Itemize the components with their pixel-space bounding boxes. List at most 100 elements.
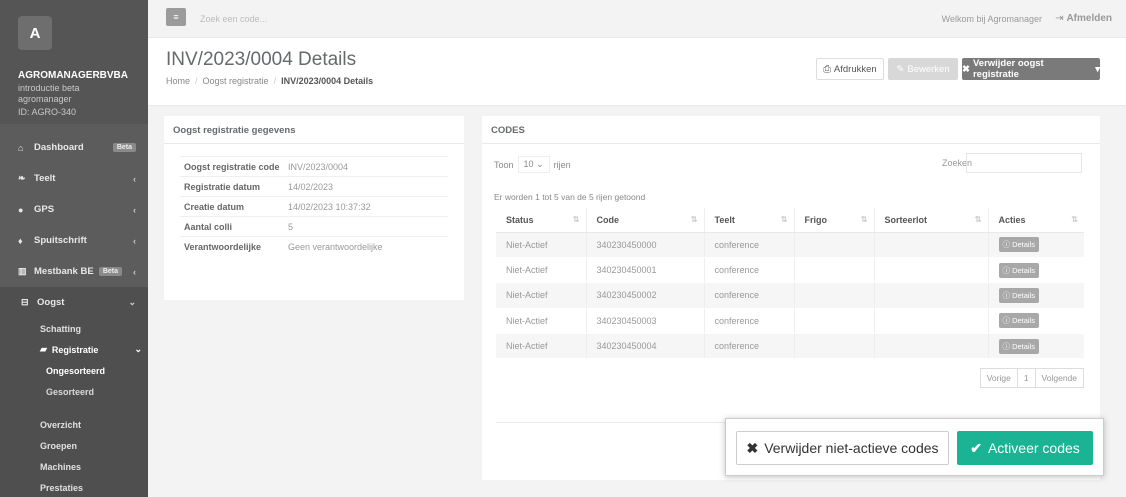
cell-teelt: conference <box>704 308 795 335</box>
cell-frigo <box>794 282 875 309</box>
activate-codes-button[interactable]: ✔ Activeer codes <box>957 431 1093 465</box>
delete-registration-button[interactable]: ✖ Verwijder oogst registratie ▾ <box>962 58 1100 80</box>
detail-key: Creatie datum <box>184 201 245 212</box>
details-button[interactable]: ⓘ Details <box>998 313 1040 329</box>
drop-icon: ♦ <box>18 235 23 246</box>
codes-panel-title: CODES <box>482 116 1100 144</box>
company-name[interactable]: AGROMANAGERBVBA <box>18 70 130 81</box>
sidebar-item-mestbank[interactable]: ▥ Mestbank BE Beta ‹ <box>0 256 148 287</box>
detail-value: 5 <box>288 221 294 232</box>
edit-label: Bewerken <box>907 63 950 75</box>
pagination: Vorige 1 Volgende <box>979 368 1084 388</box>
sidebar-item-spuitschrift[interactable]: ♦ Spuitschrift ‹ <box>0 225 148 256</box>
cell-sorteerlot <box>874 232 989 258</box>
print-label: Afdrukken <box>833 63 877 75</box>
sidebar-item-label: Oogst <box>37 297 65 308</box>
breadcrumb-oogst-registratie[interactable]: Oogst registratie <box>203 76 269 86</box>
chevron-left-icon: ‹ <box>133 173 136 184</box>
beta-badge: Beta <box>98 267 122 276</box>
profile-header: A AGROMANAGERBVBA introductie beta agrom… <box>0 0 148 124</box>
codes-table: Status ⇅ Code ⇅ Teelt ⇅ Frigo ⇅ Sorteerlot ⇅ … <box>496 208 1084 360</box>
details-button[interactable]: ⓘ Details <box>998 287 1040 303</box>
logout-link[interactable]: ⇥ Afmelden <box>1055 13 1112 24</box>
chevron-left-icon: ‹ <box>133 266 136 277</box>
cell-frigo <box>794 257 875 284</box>
sidebar-item-prestaties[interactable]: Prestaties <box>0 477 148 497</box>
toon-label: Toon <box>494 159 514 170</box>
details-button[interactable]: ⓘ Details <box>998 237 1040 253</box>
sort-icon: ⇅ <box>780 214 788 224</box>
table-row: Niet-Actief 340230450003 conference ⓘ De… <box>496 308 1084 335</box>
sort-icon: ⇅ <box>1071 214 1078 224</box>
details-panel: Oogst registratie gegevens Oogst registr… <box>164 116 464 300</box>
cell-status: Niet-Actief <box>496 282 587 309</box>
delete-inactive-codes-button[interactable]: ✖ Verwijder niet-actieve codes <box>736 431 949 465</box>
detail-value: 14/02/2023 10:37:32 <box>288 201 371 212</box>
close-icon: ✖ <box>962 63 970 75</box>
table-search-input[interactable] <box>966 153 1082 173</box>
sidebar-item-gesorteerd[interactable]: Gesorteerd <box>0 381 148 402</box>
info-icon: ⓘ <box>1002 290 1011 300</box>
sort-icon: ⇅ <box>974 214 982 224</box>
detail-key: Verantwoordelijke <box>184 241 262 252</box>
sidebar-item-ongesorteerd[interactable]: Ongesorteerd <box>0 360 148 381</box>
edit-button[interactable]: ✎ Bewerken <box>888 58 958 80</box>
cell-frigo <box>794 333 875 360</box>
cell-code: 340230450003 <box>586 308 705 335</box>
page-heading: INV/2023/0004 Details Home / Oogst registr… <box>148 38 1126 106</box>
details-button[interactable]: ⓘ Details <box>998 338 1040 354</box>
search-input[interactable]: Zoek een code... <box>200 14 267 24</box>
column-label: Frigo <box>804 214 828 225</box>
print-button[interactable]: ⎙ Afdrukken <box>816 58 884 80</box>
next-page-button[interactable]: Volgende <box>1036 369 1083 387</box>
sidebar-nav: ⌂ Dashboard Beta ❧ Teelt ‹ ● GPS ‹ ♦ Spu… <box>0 132 148 497</box>
chevron-down-icon: ⌄ <box>134 344 142 354</box>
sidebar-item-groepen[interactable]: Groepen <box>0 435 148 456</box>
delete-label: Verwijder oogst registratie <box>972 58 1044 80</box>
column-header-code[interactable]: Code ⇅ <box>586 208 705 233</box>
print-icon: ⎙ <box>823 63 831 75</box>
details-button[interactable]: ⓘ Details <box>998 262 1040 278</box>
sidebar-item-teelt[interactable]: ❧ Teelt ‹ <box>0 163 148 194</box>
breadcrumb: Home / Oogst registratie / INV/2023/0004 Det… <box>166 76 373 86</box>
leaf-icon: ❧ <box>18 173 26 183</box>
sidebar-item-schatting[interactable]: Schatting <box>0 318 148 339</box>
cell-code: 340230450002 <box>586 282 705 309</box>
sidebar-item-overzicht[interactable]: Overzicht <box>0 414 148 435</box>
sidebar-item-registratie[interactable]: ▰ Registratie ⌄ <box>0 339 148 360</box>
column-header-acties[interactable]: Acties ⇅ <box>988 208 1084 233</box>
pencil-icon: ✎ <box>896 63 905 75</box>
avatar[interactable]: A <box>18 16 52 50</box>
page-size-select[interactable]: 10 ⌄ <box>517 156 550 173</box>
details-label: Details <box>1012 265 1036 275</box>
hamburger-icon: ≡ <box>173 12 179 22</box>
caret-down-icon: ▾ <box>1095 63 1100 75</box>
company-id: ID: AGRO-340 <box>18 107 77 117</box>
previous-page-button[interactable]: Vorige <box>981 369 1018 387</box>
sign-out-icon: ⇥ <box>1055 13 1067 24</box>
chevron-down-icon: ⌄ <box>128 297 136 307</box>
column-header-sorteerlot[interactable]: Sorteerlot ⇅ <box>874 208 989 233</box>
close-icon: ✖ <box>746 439 759 456</box>
menu-toggle-button[interactable]: ≡ <box>166 8 186 26</box>
page-title: INV/2023/0004 Details <box>166 49 357 70</box>
column-label: Teelt <box>714 214 735 225</box>
cell-acties: ⓘ Details <box>988 333 1084 360</box>
detail-row: Oogst registratie code INV/2023/0004 <box>180 156 448 176</box>
column-header-status[interactable]: Status ⇅ <box>496 208 587 233</box>
detail-row: Verantwoordelijke Geen verantwoordelijke <box>180 236 448 256</box>
sidebar-item-gps[interactable]: ● GPS ‹ <box>0 194 148 225</box>
sidebar-item-dashboard[interactable]: ⌂ Dashboard Beta <box>0 132 148 163</box>
details-label: Details <box>1012 316 1036 326</box>
breadcrumb-home[interactable]: Home <box>166 76 190 86</box>
column-label: Status <box>506 214 534 225</box>
page-1-button[interactable]: 1 <box>1018 369 1036 387</box>
column-header-frigo[interactable]: Frigo ⇅ <box>794 208 875 233</box>
table-header-row: Status ⇅ Code ⇅ Teelt ⇅ Frigo ⇅ Sorteerlot ⇅ … <box>496 208 1084 233</box>
column-header-teelt[interactable]: Teelt ⇅ <box>704 208 795 233</box>
detail-row: Registratie datum 14/02/2023 <box>180 176 448 196</box>
sidebar-item-machines[interactable]: Machines <box>0 456 148 477</box>
cell-sorteerlot <box>874 257 989 284</box>
cell-frigo <box>794 232 875 258</box>
sidebar-item-oogst[interactable]: ⊟ Oogst ⌄ <box>0 287 148 318</box>
